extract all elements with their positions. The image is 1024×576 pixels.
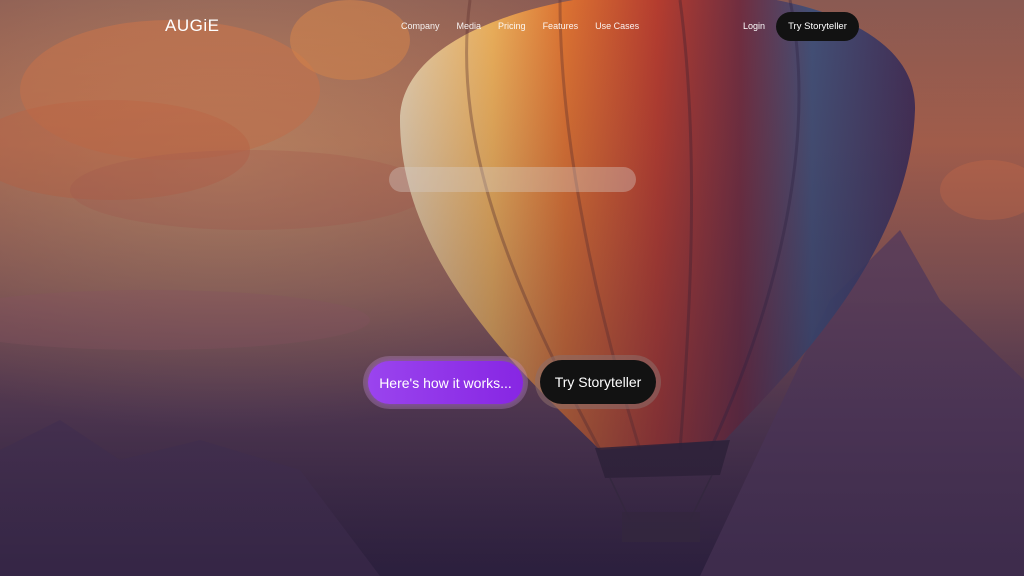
how-it-works-button-halo: Here's how it works...	[363, 356, 528, 409]
augie-logo[interactable]: AUGiE	[165, 16, 219, 36]
nav-item-company[interactable]: Company	[401, 21, 440, 31]
hero-translucent-bar	[389, 167, 636, 192]
login-link[interactable]: Login	[743, 21, 765, 31]
hero-background-image	[0, 0, 1024, 576]
how-it-works-button[interactable]: Here's how it works...	[368, 361, 523, 404]
nav-menu: Company Media Pricing Features Use Cases	[401, 21, 639, 31]
nav-try-storyteller-button[interactable]: Try Storyteller	[776, 12, 859, 41]
nav-item-use-cases[interactable]: Use Cases	[595, 21, 639, 31]
nav-item-media[interactable]: Media	[457, 21, 482, 31]
nav-item-pricing[interactable]: Pricing	[498, 21, 526, 31]
try-storyteller-button-halo: Try Storyteller	[535, 355, 661, 409]
nav-item-features[interactable]: Features	[543, 21, 579, 31]
top-navigation: AUGiE Company Media Pricing Features Use…	[0, 0, 1024, 54]
hero-try-storyteller-button[interactable]: Try Storyteller	[540, 360, 656, 404]
